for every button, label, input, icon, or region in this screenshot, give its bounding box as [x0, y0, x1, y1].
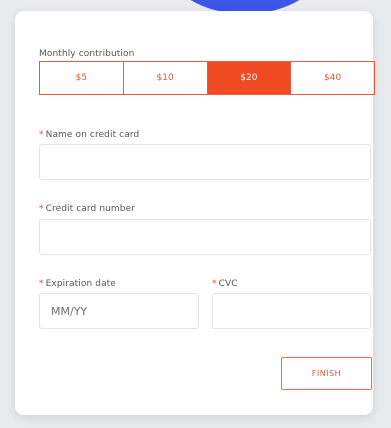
contribution-label: Monthly contribution: [39, 49, 135, 59]
card-number-label: * Credit card number: [39, 204, 135, 214]
required-marker: *: [39, 279, 44, 289]
amount-option-10[interactable]: $10: [124, 62, 208, 94]
expiration-date-label: * Expiration date: [39, 279, 116, 289]
cvc-input[interactable]: [212, 293, 371, 329]
required-marker: *: [39, 130, 44, 140]
card-number-input[interactable]: [39, 219, 371, 255]
amount-option-20[interactable]: $20: [207, 62, 292, 94]
expiration-date-placeholder: MM/YY: [51, 304, 88, 318]
card-number-label-text: Credit card number: [45, 204, 136, 214]
required-marker: *: [39, 204, 44, 214]
name-on-card-label: * Name on credit card: [39, 130, 139, 140]
finish-button[interactable]: FINISH: [281, 357, 372, 390]
payment-form-card: Monthly contribution $5 $10 $20 $40 * Nam…: [15, 11, 375, 415]
expiration-date-input[interactable]: MM/YY: [39, 293, 199, 329]
name-on-card-input[interactable]: [39, 144, 371, 180]
name-on-card-label-text: Name on credit card: [45, 130, 140, 140]
amount-option-40[interactable]: $40: [291, 62, 374, 94]
amount-option-5[interactable]: $5: [40, 62, 124, 94]
contribution-amount-selector: $5 $10 $20 $40: [39, 61, 375, 95]
required-marker: *: [212, 279, 217, 289]
expiration-date-label-text: Expiration date: [45, 279, 116, 289]
cvc-label: * CVC: [212, 279, 238, 289]
cvc-label-text: CVC: [218, 279, 238, 289]
